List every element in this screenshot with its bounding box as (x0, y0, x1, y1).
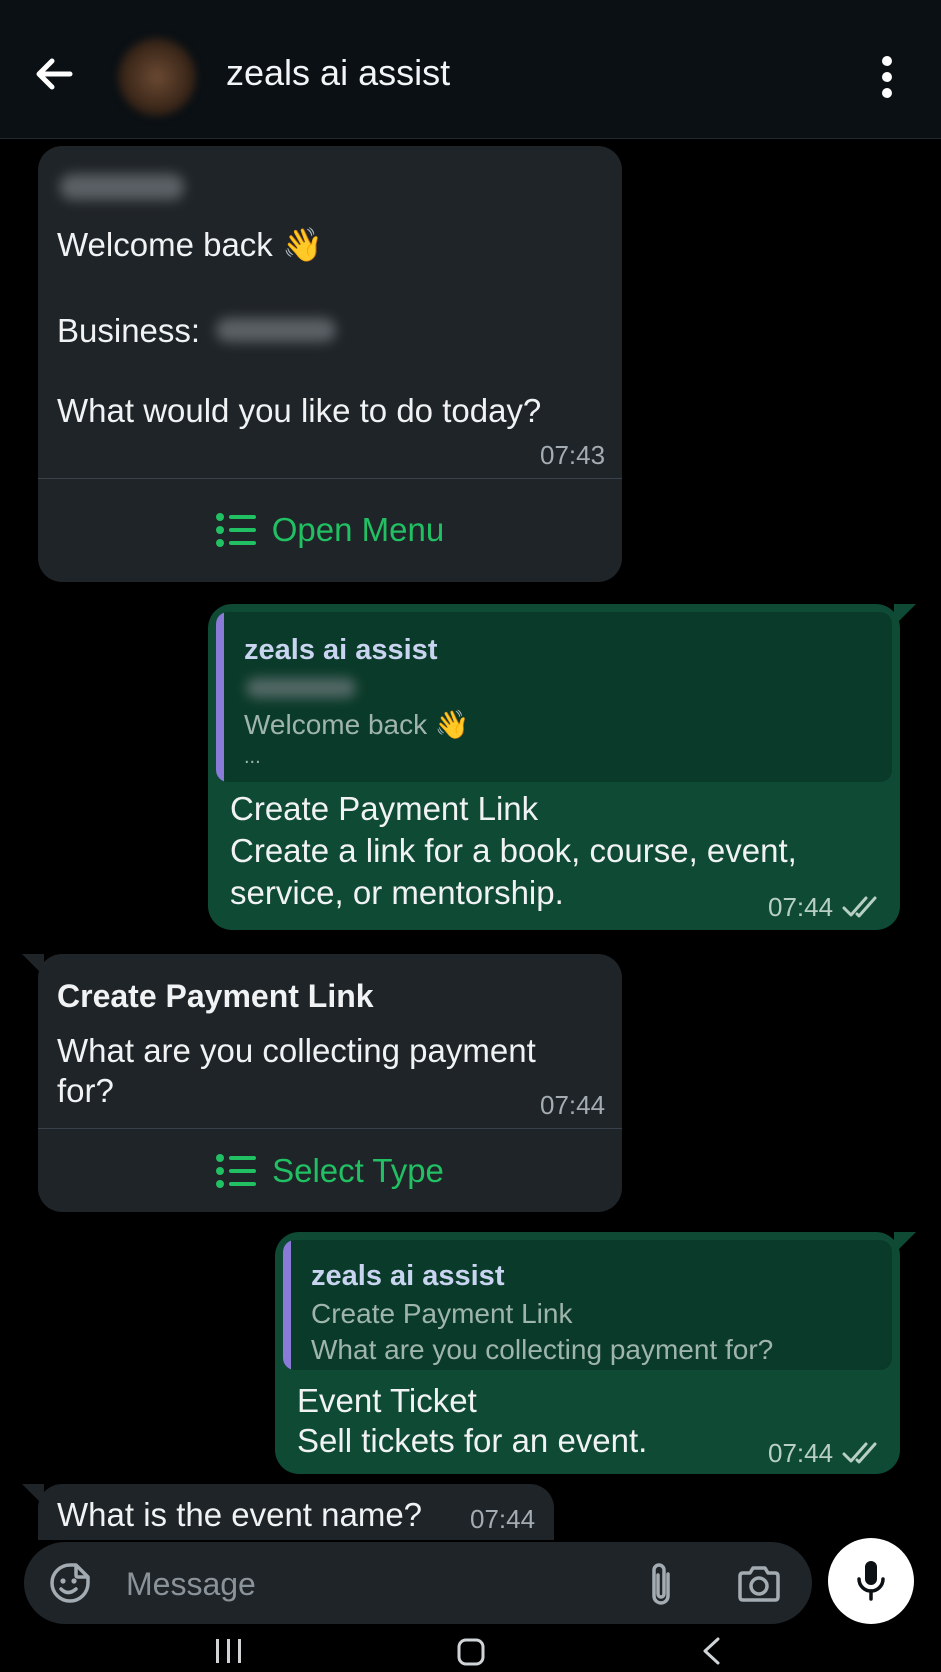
message-line: for? (57, 1072, 114, 1109)
message-text: What is the event name? (57, 1496, 423, 1533)
message-line: Create a link for a book, course, event, (230, 832, 797, 869)
quoted-sender: zeals ai assist (311, 1260, 505, 1292)
redacted-name (246, 678, 356, 698)
outgoing-message-payment-link: zeals ai assist Welcome back 👋 ... Creat… (208, 604, 900, 930)
message-composer (24, 1542, 812, 1624)
open-menu-button[interactable]: Open Menu (38, 480, 622, 580)
recent-apps-icon[interactable] (214, 1638, 244, 1664)
voice-record-button[interactable] (828, 1538, 914, 1624)
attach-paperclip-icon[interactable] (646, 1560, 676, 1608)
sticker-emoji-icon[interactable] (48, 1561, 92, 1605)
list-icon (215, 513, 256, 547)
contact-avatar[interactable] (118, 38, 196, 116)
waving-hand-icon: 👋 (434, 709, 470, 740)
quoted-text: What are you collecting payment for? (311, 1334, 774, 1365)
double-check-icon (842, 896, 877, 918)
message-line: What are you collecting payment (57, 1032, 536, 1069)
waving-hand-icon: 👋 (281, 226, 324, 263)
message-time: 07:44 (768, 892, 834, 922)
redacted-name (60, 174, 184, 200)
message-line: Create Payment Link (230, 790, 539, 827)
message-title: Create Payment Link (57, 978, 374, 1014)
divider (38, 1128, 622, 1129)
quote-bar (283, 1240, 291, 1370)
quote-bar (216, 612, 224, 782)
microphone-icon (857, 1561, 885, 1601)
divider (38, 478, 622, 479)
outgoing-message-event-ticket: zeals ai assist Create Payment Link What… (275, 1232, 900, 1474)
quoted-text: Create Payment Link (311, 1298, 573, 1329)
home-icon[interactable] (457, 1638, 485, 1666)
message-input[interactable] (124, 1558, 628, 1610)
message-line: service, or mentorship. (230, 874, 564, 911)
message-line: Sell tickets for an event. (297, 1422, 648, 1459)
quoted-text: Welcome back 👋 (244, 709, 470, 740)
system-navigation-bar (0, 1630, 941, 1672)
chat-title[interactable]: zeals ai assist (226, 52, 450, 94)
message-line: Event Ticket (297, 1382, 477, 1419)
business-label: Business: (57, 312, 201, 349)
redacted-business (216, 318, 336, 342)
incoming-message-event-name: What is the event name? 07:44 (38, 1484, 554, 1540)
incoming-message-welcome: Welcome back 👋 Business: What would you … (38, 146, 622, 582)
camera-icon[interactable] (736, 1564, 782, 1604)
quoted-message[interactable]: zeals ai assist Create Payment Link What… (283, 1240, 892, 1370)
message-time: 07:44 (540, 1090, 606, 1120)
select-type-label: Select Type (272, 1152, 444, 1189)
message-time: 07:43 (540, 440, 606, 470)
list-icon (216, 1154, 257, 1188)
nav-back-icon[interactable] (700, 1636, 722, 1666)
chat-header: zeals ai assist (0, 0, 941, 139)
back-arrow-icon[interactable] (30, 50, 78, 98)
select-type-button[interactable]: Select Type (38, 1130, 622, 1212)
double-check-icon (842, 1442, 877, 1464)
quoted-sender: zeals ai assist (244, 634, 438, 666)
quoted-ellipsis: ... (244, 746, 261, 768)
open-menu-label: Open Menu (271, 511, 445, 548)
more-options-icon[interactable] (872, 54, 902, 100)
welcome-text: Welcome back 👋 (57, 226, 324, 263)
incoming-message-select-type: Create Payment Link What are you collect… (38, 954, 622, 1212)
question-text: What would you like to do today? (57, 392, 542, 429)
message-time: 07:44 (470, 1504, 536, 1534)
message-time: 07:44 (768, 1438, 834, 1468)
quoted-message[interactable]: zeals ai assist Welcome back 👋 ... (216, 612, 892, 782)
